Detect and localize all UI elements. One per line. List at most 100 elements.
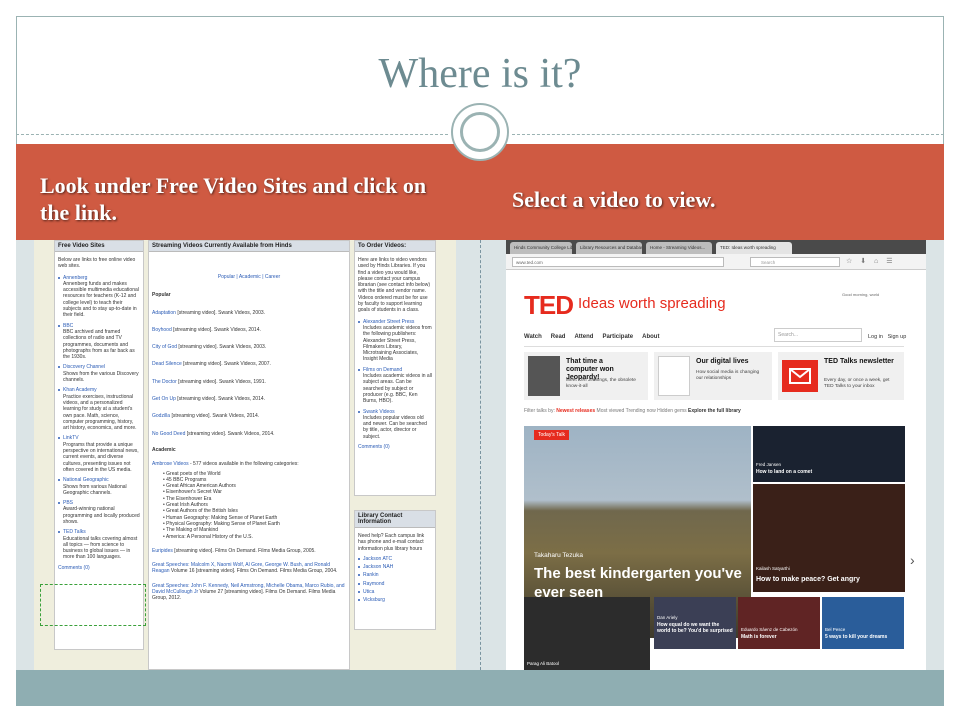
ted-search-input[interactable]: Search... <box>774 328 862 342</box>
video-link[interactable]: Adaptation <box>152 310 176 316</box>
video-link[interactable]: The Doctor <box>152 379 177 385</box>
site-description: Shows from the various Discovery channel… <box>63 370 139 384</box>
talk-tile[interactable]: Fred Jansen How to land on a comet <box>753 426 905 482</box>
campus-link[interactable]: Jackson NAH <box>355 564 435 570</box>
filter-option[interactable]: Explore the full library <box>688 408 741 414</box>
ted-nav-item[interactable]: About <box>642 334 659 340</box>
free-video-site: LinkTV Programs that provide a unique per… <box>55 435 143 473</box>
slide-title: Where is it? <box>378 51 582 97</box>
browser-tab[interactable]: Home - Streaming Videos... <box>646 242 712 254</box>
video-link[interactable]: Euripides <box>152 548 173 554</box>
promo-card[interactable]: TED Talks newsletter Every day, or once … <box>778 352 904 400</box>
library-contact-header: Library Contact Information <box>355 511 435 528</box>
promo-title: TED Talks newsletter <box>824 358 894 365</box>
video-citation: Volume 16 [streaming video]. Films On De… <box>169 568 338 575</box>
ted-nav-item[interactable]: Read <box>551 334 566 340</box>
browser-tab[interactable]: Library Resources and Database <box>576 242 642 254</box>
footer-bar <box>16 670 944 706</box>
ted-nav-item[interactable]: Watch <box>524 334 542 340</box>
ted-logo[interactable]: TED <box>524 290 574 321</box>
filter-option[interactable]: Newest releases <box>556 408 595 414</box>
browser-search-field[interactable]: Search <box>750 257 840 267</box>
video-link[interactable]: Godzilla <box>152 413 170 419</box>
ambrose-categories: • Great poets of the World • 45 BBC Progr… <box>149 471 349 540</box>
academic-video-entry: Euripides [streaming video]. Films On De… <box>149 548 349 554</box>
academic-video-entry: Great Speeches: Malcolm X, Naomi Wolf, A… <box>149 562 349 575</box>
promo-subtitle: How social media is changing our relatio… <box>696 370 760 381</box>
login-link[interactable]: Log in <box>868 334 883 340</box>
vendor-description: Includes popular videos old and newer. C… <box>363 414 427 440</box>
hero-speaker: Takaharu Tezuka <box>534 552 584 559</box>
popular-video-entry: Dead Silence [streaming video]. Swank Vi… <box>149 361 349 367</box>
ted-nav-item[interactable]: Participate <box>602 334 633 340</box>
todays-talk-badge: Today's Talk <box>534 430 569 440</box>
campus-link[interactable]: Vicksburg <box>355 597 435 603</box>
site-description: Programs that provide a unique perspecti… <box>63 441 139 473</box>
popular-heading: Popular <box>152 292 171 299</box>
vendor-item: Films on Demand Includes academic videos … <box>355 367 435 405</box>
free-video-site: TED Talks Educational talks covering almo… <box>55 529 143 560</box>
video-citation: [streaming video]. Films On Demand. Film… <box>172 547 316 554</box>
ambrose-link[interactable]: Ambrose Videos <box>152 461 189 467</box>
video-link[interactable]: City of God <box>152 344 177 350</box>
vendor-comments-link[interactable]: Comments (0) <box>355 444 435 450</box>
signup-link[interactable]: Sign up <box>888 334 907 340</box>
filter-option[interactable]: Hidden gems <box>657 408 686 414</box>
filter-option[interactable]: Trending now <box>626 408 656 414</box>
video-citation: [streaming video]. Swank Videos, 2003. <box>177 309 266 316</box>
talk-tile[interactable]: Parag Ali Batool <box>524 597 650 670</box>
free-video-site: National Geographic Shows from various Na… <box>55 477 143 496</box>
academic-entries: Euripides [streaming video]. Films On De… <box>149 548 349 602</box>
popular-video-entry: No Good Deed [streaming video]. Swank Vi… <box>149 431 349 437</box>
site-description: Practice exercises, instructional videos… <box>63 393 137 432</box>
center-divider <box>480 240 481 670</box>
video-link[interactable]: Boyhood <box>152 327 172 333</box>
browser-tab-active[interactable]: TED: Ideas worth spreading <box>716 242 792 254</box>
browser-tab[interactable]: Hinds Community College Libr... <box>510 242 572 254</box>
promo-thumbnail <box>658 356 690 396</box>
ted-account-links: Log in Sign up <box>868 334 906 340</box>
talk-tile[interactable]: Kailash Satyarthi How to make peace? Get… <box>753 484 905 592</box>
campus-link[interactable]: Rankin <box>355 572 435 578</box>
academic-video-entry: Great Speeches: John F. Kennedy, Neil Ar… <box>149 583 349 602</box>
talk-tile[interactable]: Bel Pesce 5 ways to kill your dreams <box>822 597 904 649</box>
toolbar-icons[interactable]: ☆ ⬇ ⌂ ☰ <box>846 257 895 265</box>
ted-nav-item[interactable]: Attend <box>574 334 593 340</box>
vendor-description: Includes academic videos from the follow… <box>363 324 432 363</box>
video-citation: [streaming video]. Swank Videos, 2014. <box>177 396 266 403</box>
ambrose-category: • America: A Personal History of the U.S… <box>163 533 253 540</box>
ambrose-entry: Ambrose Videos - 577 videos available in… <box>152 461 299 468</box>
campus-link[interactable]: Jackson ATC <box>355 556 435 562</box>
free-video-site: Khan Academy Practice exercises, instruct… <box>55 387 143 431</box>
promo-title: Our digital lives <box>696 358 749 365</box>
next-arrow-icon[interactable]: › <box>910 552 915 568</box>
filter-option[interactable]: Most viewed <box>597 408 625 414</box>
free-video-site: BBC BBC archived and framed collections o… <box>55 323 143 361</box>
promo-card[interactable]: Our digital lives How social media is ch… <box>654 352 772 400</box>
video-link[interactable]: Get On Up <box>152 396 176 402</box>
ted-greeting: Good morning, world <box>842 292 880 297</box>
order-videos-header: To Order Videos: <box>355 241 435 252</box>
vendor-description: Includes academic videos in all subject … <box>363 373 432 405</box>
ted-talks-highlight <box>40 584 146 626</box>
site-description: Annenberg funds and makes accessible mul… <box>63 280 139 319</box>
url-field[interactable]: www.ted.com <box>512 257 724 267</box>
browser-address-bar: www.ted.com Search ☆ ⬇ ⌂ ☰ <box>506 254 926 270</box>
popular-video-entry: The Doctor [streaming video]. Swank Vide… <box>149 379 349 385</box>
browser-tab-bar: Hinds Community College Libr... Library … <box>506 240 926 254</box>
promo-card[interactable]: That time a computer won Jeopardy! Meet … <box>524 352 648 400</box>
talk-tile[interactable]: Eduardo Sáenz de Cabezón Math is forever <box>738 597 820 649</box>
campus-link[interactable]: Raymond <box>355 581 435 587</box>
site-description: Award-winning national programming and l… <box>63 506 140 525</box>
promo-thumbnail <box>528 356 560 396</box>
popular-list: Adaptation [streaming video]. Swank Vide… <box>149 310 349 437</box>
popular-video-entry: Adaptation [streaming video]. Swank Vide… <box>149 310 349 316</box>
video-link[interactable]: No Good Deed <box>152 431 185 437</box>
streaming-tabs[interactable]: Popular | Academic | Career <box>149 274 349 280</box>
comments-link[interactable]: Comments (0) <box>55 565 143 571</box>
campus-link[interactable]: Utica <box>355 589 435 595</box>
vendor-list: Alexander Street Press Includes academic … <box>355 319 435 440</box>
talk-tile[interactable]: Dan Ariely How equal do we want the worl… <box>654 597 736 649</box>
promo-subtitle: Every day, or once a week, get TED Talks… <box>824 378 890 389</box>
video-link[interactable]: Dead Silence <box>152 361 182 367</box>
